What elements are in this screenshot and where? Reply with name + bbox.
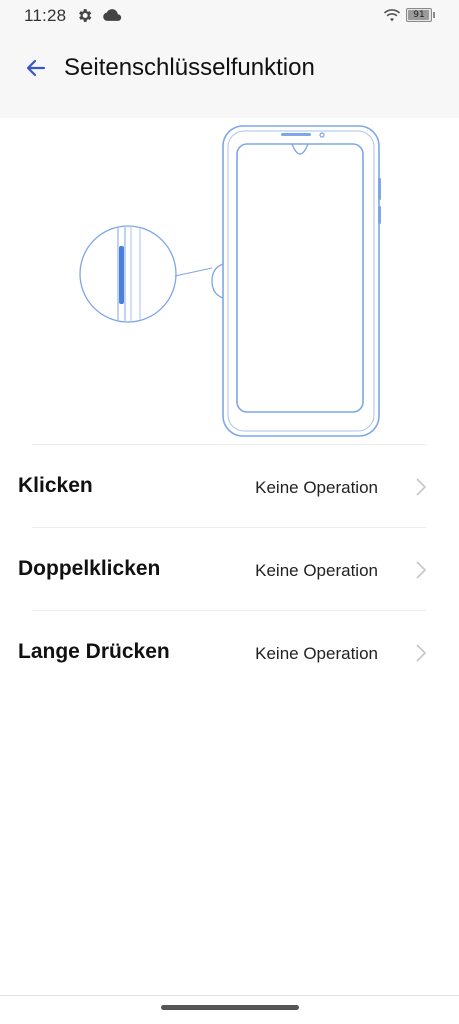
app-bar: Seitenschlüsselfunktion (0, 32, 459, 118)
battery-icon: 91 (406, 8, 432, 22)
setting-label: Doppelklicken (18, 557, 161, 580)
setting-row-doppelklicken[interactable]: Doppelklicken Keine Operation (0, 528, 459, 611)
back-button[interactable] (16, 50, 56, 90)
gear-icon (76, 7, 93, 29)
setting-label: Lange Drücken (18, 640, 170, 663)
battery-level: 91 (413, 10, 425, 20)
status-time: 11:28 (24, 6, 67, 25)
cloud-icon (102, 8, 122, 28)
setting-value: Keine Operation (255, 561, 378, 580)
setting-row-lange-druecken[interactable]: Lange Drücken Keine Operation (0, 611, 459, 694)
status-bar: 11:28 91 (0, 0, 459, 32)
setting-row-klicken[interactable]: Klicken Keine Operation (0, 445, 459, 528)
battery-cap (433, 12, 435, 18)
arrow-left-icon (24, 56, 48, 85)
home-indicator[interactable] (161, 1005, 299, 1010)
settings-list: Klicken Keine Operation Doppelklicken Ke… (0, 445, 459, 694)
phone-side-key-illustration (0, 118, 459, 444)
setting-value: Keine Operation (255, 644, 378, 663)
setting-value: Keine Operation (255, 478, 378, 497)
chevron-right-icon (415, 560, 427, 585)
wifi-icon (383, 7, 401, 28)
setting-label: Klicken (18, 474, 93, 497)
chevron-right-icon (415, 643, 427, 668)
chevron-right-icon (415, 477, 427, 502)
navigation-divider (0, 995, 459, 996)
page-title: Seitenschlüsselfunktion (64, 54, 315, 81)
